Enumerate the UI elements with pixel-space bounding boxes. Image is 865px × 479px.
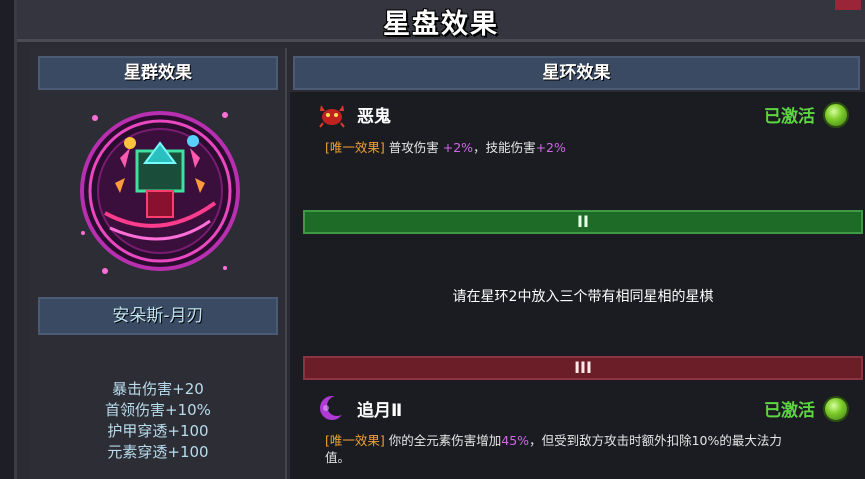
ring1-status: 已激活 (764, 107, 815, 127)
active-orb-icon (823, 102, 849, 128)
crescent-moon-icon (320, 396, 347, 420)
ring2-empty-message: 请在星环2中放入三个带有相同星相的星棋 (452, 289, 714, 305)
effect-text: ，但受到敌方攻击时额外扣除10%的最大法力 (529, 433, 782, 448)
stat-line: 暴击伤害+20 (112, 380, 204, 398)
stat-line: 元素穿透+100 (107, 443, 209, 461)
ring3-effect[interactable]: 追月Ⅱ 已激活 [唯一效果] 你的全元素伤害增加45%，但受到敌方攻击时额外扣除… (303, 388, 863, 479)
constellation-effect-header: 星群效果 (38, 56, 278, 90)
ring-effect-header: 星环效果 (293, 56, 860, 90)
dialog-title: 星盘效果 (383, 9, 499, 40)
effect-value: +2% (442, 140, 474, 155)
effect-value: 45% (501, 433, 530, 448)
constellation-stats: 暴击伤害+20 首领伤害+10% 护甲穿透+100 元素穿透+100 (38, 379, 278, 463)
effect-text: 值。 (325, 450, 351, 465)
ring1-name: 恶鬼 (357, 107, 391, 127)
ring1-effect[interactable]: 恶鬼 已激活 [唯一效果] 普攻伤害 +2%，技能伤害+2% (303, 94, 863, 204)
ring1-effect-text: [唯一效果] 普攻伤害 +2%，技能伤害+2% (325, 139, 566, 156)
effect-value: +2% (535, 140, 566, 155)
ring3-row-head: 追月Ⅱ 已激活 (303, 388, 863, 424)
effect-text: 你的全元素伤害增加 (388, 433, 502, 448)
title-bar: 星盘效果 (17, 0, 865, 42)
constellation-emblem-icon (80, 111, 240, 274)
effect-text: ，技能伤害 (473, 140, 536, 155)
constellation-name: 安朵斯-月刃 (38, 297, 278, 335)
unique-effect-tag: [唯一效果] (325, 433, 385, 448)
effect-text: 普攻伤害 (388, 140, 439, 155)
demon-crab-icon (319, 105, 345, 128)
ring3-status: 已激活 (764, 401, 815, 421)
stat-line: 护甲穿透+100 (107, 422, 209, 440)
ring3-effect-text: [唯一效果] 你的全元素伤害增加45%，但受到敌方攻击时额外扣除10%的最大法力… (325, 432, 855, 466)
unique-effect-tag: [唯一效果] (325, 140, 385, 155)
ring1-row-head: 恶鬼 已激活 (303, 94, 863, 130)
active-orb-icon (823, 396, 849, 422)
stat-line: 首领伤害+10% (105, 401, 211, 419)
ring3-name: 追月Ⅱ (357, 401, 403, 421)
close-corner[interactable] (835, 0, 861, 10)
ring2-divider: II (303, 210, 863, 234)
ring3-divider: III (303, 356, 863, 380)
